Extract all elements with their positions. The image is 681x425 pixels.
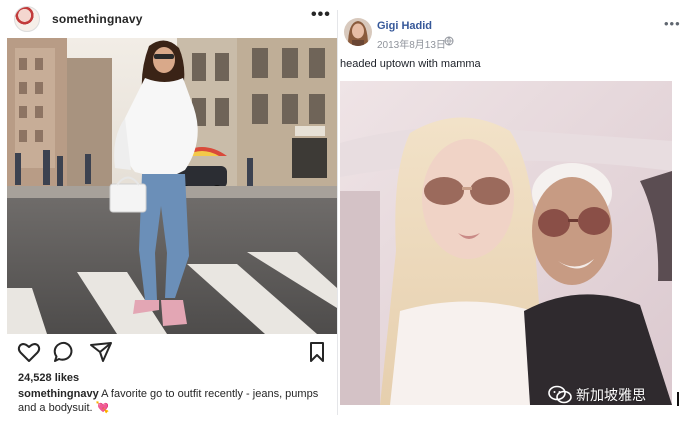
instagram-post-header: somethingnavy ••• [5, 0, 337, 38]
facebook-author-name[interactable]: Gigi Hadid [377, 20, 432, 32]
instagram-more-button[interactable]: ••• [311, 6, 331, 24]
selfie-photo-image [340, 81, 672, 405]
facebook-photo[interactable] [340, 81, 672, 405]
facebook-post-text: headed uptown with mamma [340, 58, 481, 70]
more-options-button[interactable]: ••• [664, 16, 681, 31]
heart-emoji: 💘 [95, 402, 110, 414]
share-icon[interactable] [89, 341, 113, 363]
street-photo-image [7, 38, 337, 334]
likes-count[interactable]: 24,528 likes [18, 372, 79, 384]
post-date[interactable]: 2013年8月13日 [377, 36, 446, 51]
watermark-text: 新加坡雅思 [576, 388, 646, 404]
facebook-avatar[interactable] [344, 18, 372, 46]
caption-username[interactable]: somethingnavy [18, 388, 99, 400]
instagram-username[interactable]: somethingnavy [52, 12, 143, 26]
bookmark-icon[interactable] [305, 341, 329, 363]
watermark: 新加坡雅思 [548, 383, 646, 407]
divider [677, 392, 679, 406]
post-caption: somethingnavy A favorite go to outfit re… [18, 387, 336, 415]
instagram-post: somethingnavy ••• 24,528 likes something… [5, 0, 337, 425]
globe-icon [444, 36, 454, 46]
comment-icon[interactable] [53, 341, 77, 363]
instagram-avatar[interactable] [14, 6, 40, 32]
profile-picture [344, 18, 372, 46]
heart-icon[interactable] [17, 341, 41, 363]
wechat-icon [548, 385, 572, 404]
instagram-photo[interactable] [7, 38, 337, 334]
